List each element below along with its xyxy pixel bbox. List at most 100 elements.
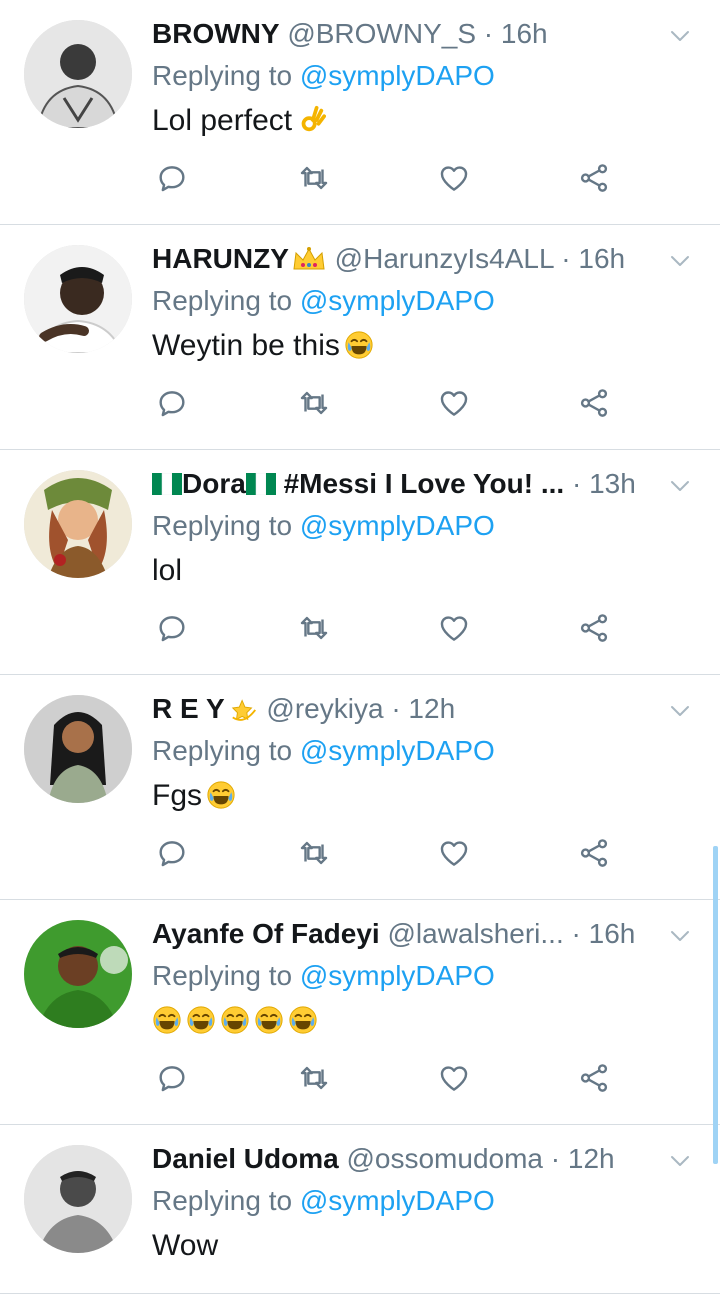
nigeria-flag-icon xyxy=(152,473,182,495)
replying-label: Replying to xyxy=(152,510,293,541)
laughing-emoji-icon xyxy=(152,1005,182,1035)
mention-link[interactable]: @symplyDAPO xyxy=(300,510,495,541)
retweet-button[interactable] xyxy=(294,1058,334,1098)
tweet-text-content: Wow xyxy=(152,1229,219,1262)
tweet-text: Lol perfect xyxy=(152,102,326,140)
retweet-icon xyxy=(297,611,331,645)
share-button[interactable] xyxy=(574,1058,614,1098)
tweet-text xyxy=(152,1002,318,1040)
tweet-text-content: Weytin be this xyxy=(152,329,340,362)
timestamp[interactable]: 16h xyxy=(589,918,636,949)
like-button[interactable] xyxy=(434,158,474,198)
laughing-emoji-icon xyxy=(254,1005,284,1035)
laughing-emoji-icon xyxy=(186,1005,216,1035)
tweet-actions xyxy=(0,158,720,198)
tweet-text: lol xyxy=(152,552,182,590)
user-handle[interactable]: @HarunzyIs4ALL xyxy=(335,243,554,274)
tweet[interactable]: BROWNY @BROWNY_S · 16h Replying to @symp… xyxy=(0,0,720,225)
share-button[interactable] xyxy=(574,608,614,648)
chevron-down-icon[interactable] xyxy=(668,1149,692,1173)
reply-icon xyxy=(155,836,189,870)
share-icon xyxy=(577,611,611,645)
timestamp[interactable]: 13h xyxy=(589,468,636,499)
share-icon xyxy=(577,161,611,195)
avatar[interactable] xyxy=(24,245,132,353)
replying-label: Replying to xyxy=(152,285,293,316)
timestamp[interactable]: 16h xyxy=(501,18,548,49)
retweet-button[interactable] xyxy=(294,383,334,423)
retweet-button[interactable] xyxy=(294,608,334,648)
replying-label: Replying to xyxy=(152,1185,293,1216)
like-button[interactable] xyxy=(434,1058,474,1098)
share-button[interactable] xyxy=(574,833,614,873)
tweet[interactable]: Daniel Udoma @ossomudoma · 12h Replying … xyxy=(0,1125,720,1294)
user-name[interactable]: HARUNZY xyxy=(152,243,289,274)
reply-button[interactable] xyxy=(152,1058,192,1098)
avatar[interactable] xyxy=(24,920,132,1028)
mention-link[interactable]: @symplyDAPO xyxy=(300,1185,495,1216)
laughing-emoji-icon xyxy=(206,780,236,810)
mention-link[interactable]: @symplyDAPO xyxy=(300,60,495,91)
laughing-emoji-icon xyxy=(288,1005,318,1035)
tweet-text-content: lol xyxy=(152,554,183,587)
share-icon xyxy=(577,836,611,870)
retweet-button[interactable] xyxy=(294,158,334,198)
avatar[interactable] xyxy=(24,1145,132,1253)
like-button[interactable] xyxy=(434,833,474,873)
mention-link[interactable]: @symplyDAPO xyxy=(300,285,495,316)
reply-button[interactable] xyxy=(152,158,192,198)
user-handle[interactable]: @BROWNY_S xyxy=(287,18,476,49)
ok-hand-emoji-icon xyxy=(296,105,326,135)
mention-link[interactable]: @symplyDAPO xyxy=(300,735,495,766)
like-button[interactable] xyxy=(434,383,474,423)
retweet-button[interactable] xyxy=(294,833,334,873)
share-button[interactable] xyxy=(574,383,614,423)
user-handle[interactable]: @ossomudoma xyxy=(346,1143,543,1174)
tweet-text-content: Fgs xyxy=(152,779,203,812)
heart-icon xyxy=(437,386,471,420)
share-icon xyxy=(577,1061,611,1095)
timestamp[interactable]: 12h xyxy=(568,1143,615,1174)
heart-icon xyxy=(437,836,471,870)
separator: · xyxy=(561,243,571,274)
avatar[interactable] xyxy=(24,470,132,578)
reply-button[interactable] xyxy=(152,608,192,648)
replying-label: Replying to xyxy=(152,960,293,991)
user-name[interactable]: Ayanfe Of Fadeyi xyxy=(152,918,380,949)
like-button[interactable] xyxy=(434,608,474,648)
user-name[interactable]: Dora xyxy=(182,468,246,499)
retweet-icon xyxy=(297,1061,331,1095)
share-button[interactable] xyxy=(574,158,614,198)
tweet-header: Daniel Udoma @ossomudoma · 12h xyxy=(152,1141,664,1177)
user-name[interactable]: R E Y xyxy=(152,693,225,724)
separator: · xyxy=(391,693,401,724)
user-name[interactable]: Daniel Udoma xyxy=(152,1143,339,1174)
replying-to: Replying to @symplyDAPO xyxy=(152,733,495,769)
chevron-down-icon[interactable] xyxy=(668,699,692,723)
reply-button[interactable] xyxy=(152,833,192,873)
tweet[interactable]: Ayanfe Of Fadeyi @lawalsheri... · 16h Re… xyxy=(0,900,720,1125)
tweet-header: R E Y @reykiya · 12h xyxy=(152,691,664,727)
user-handle[interactable]: @lawalsheri... xyxy=(387,918,563,949)
avatar[interactable] xyxy=(24,695,132,803)
reply-icon xyxy=(155,161,189,195)
tweet[interactable]: Dora #Messi I Love You! ... · 13h Replyi… xyxy=(0,450,720,675)
replying-label: Replying to xyxy=(152,60,293,91)
reply-button[interactable] xyxy=(152,383,192,423)
reply-icon xyxy=(155,386,189,420)
tweet[interactable]: HARUNZY @HarunzyIs4ALL · 16h Replying to… xyxy=(0,225,720,450)
user-handle[interactable]: @reykiya xyxy=(266,693,383,724)
chevron-down-icon[interactable] xyxy=(668,249,692,273)
chevron-down-icon[interactable] xyxy=(668,474,692,498)
timestamp[interactable]: 12h xyxy=(408,693,455,724)
timestamp[interactable]: 16h xyxy=(578,243,625,274)
tweet-text: Wow xyxy=(152,1227,218,1265)
avatar[interactable] xyxy=(24,20,132,128)
tweet[interactable]: R E Y @reykiya · 12h Replying to @symply… xyxy=(0,675,720,900)
scrollbar[interactable] xyxy=(713,846,718,1164)
chevron-down-icon[interactable] xyxy=(668,24,692,48)
chevron-down-icon[interactable] xyxy=(668,924,692,948)
mention-link[interactable]: @symplyDAPO xyxy=(300,960,495,991)
user-name[interactable]: BROWNY xyxy=(152,18,280,49)
user-name-suffix[interactable]: #Messi I Love You! ... xyxy=(284,468,565,499)
